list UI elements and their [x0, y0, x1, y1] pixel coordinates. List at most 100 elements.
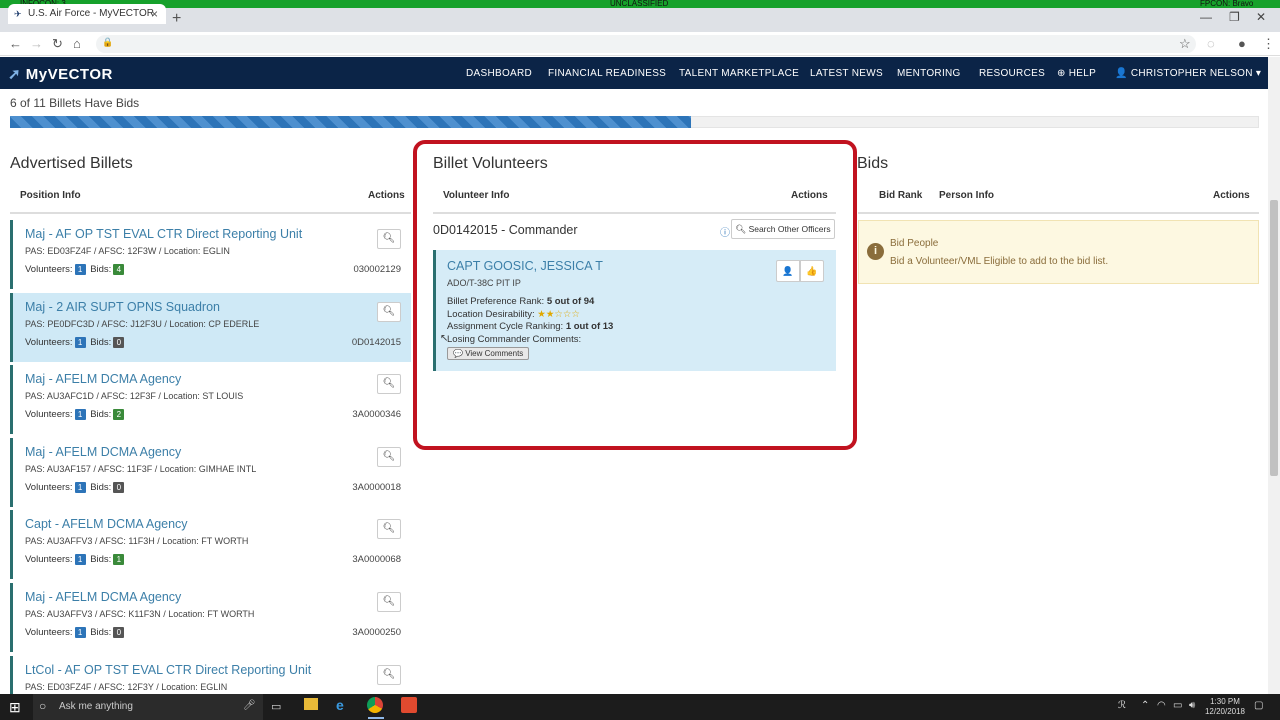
notifications-icon[interactable]: ▢	[1254, 700, 1263, 711]
clock-time: 1:30 PM	[1210, 697, 1240, 706]
close-window-icon[interactable]: ✕	[1256, 10, 1266, 24]
clock[interactable]: 1:30 PM 12/20/2018	[1203, 697, 1247, 717]
bids-actions-header: Actions	[1213, 190, 1250, 201]
favicon-icon: ✈	[14, 9, 22, 19]
person-icon: 👤	[782, 266, 794, 276]
wifi-icon[interactable]: ◠	[1157, 700, 1166, 711]
help-icon: ⊕	[1057, 68, 1066, 79]
billet-title[interactable]: Maj - AF OP TST EVAL CTR Direct Reportin…	[25, 227, 302, 241]
task-view-icon[interactable]: ▭	[271, 700, 281, 713]
bids-label: Bids:	[90, 627, 112, 638]
billet-search-button[interactable]: 🔍︎	[377, 302, 401, 322]
billet-title[interactable]: Maj - AFELM DCMA Agency	[25, 590, 181, 604]
tab-title: U.S. Air Force - MyVECTOR	[28, 8, 154, 19]
nav-talent-marketplace[interactable]: TALENT MARKETPLACE	[679, 68, 799, 79]
chrome-active-indicator	[368, 717, 384, 719]
network-icon[interactable]: ▭	[1173, 700, 1182, 711]
billet-pas: PAS: ED03FZ4F / AFSC: 12F3W / Location: …	[25, 246, 230, 256]
people-icon[interactable]: ℛ	[1118, 700, 1126, 711]
taskbar-search-box[interactable]: ○ Ask me anything 🎤︎	[33, 694, 263, 720]
microphone-icon[interactable]: 🎤︎	[243, 700, 256, 711]
extension-icon[interactable]: ◌	[1207, 36, 1215, 51]
profile-icon[interactable]: ●	[1238, 36, 1246, 51]
billet-counts: Volunteers: 1 Bids: 0	[25, 627, 126, 638]
volunteers-label: Volunteers:	[25, 264, 73, 275]
billet-title[interactable]: Maj - 2 AIR SUPT OPNS Squadron	[25, 300, 220, 314]
search-icon: 🔍︎	[382, 451, 396, 462]
chrome-icon[interactable]	[367, 697, 383, 713]
volunteers-label: Volunteers:	[25, 337, 73, 348]
search-icon: 🔍︎	[382, 669, 396, 680]
billet-card[interactable]: LtCol - AF OP TST EVAL CTR Direct Report…	[10, 656, 411, 694]
volunteers-label: Volunteers:	[25, 409, 73, 420]
nav-resources[interactable]: RESOURCES	[979, 68, 1045, 79]
billet-card[interactable]: Maj - AFELM DCMA Agency PAS: AU3AFC1D / A…	[10, 365, 411, 434]
nav-user-menu[interactable]: 👤 CHRISTOPHER NELSON ▾	[1115, 68, 1261, 79]
bids-badge: 0	[113, 482, 125, 493]
bid-thumbs-up-button[interactable]: 👍	[800, 260, 824, 282]
close-tab-icon[interactable]: ×	[151, 4, 158, 24]
volume-icon[interactable]: 🔊︎	[1189, 700, 1195, 711]
billet-search-button[interactable]: 🔍︎	[377, 374, 401, 394]
star-empty-icon: ☆	[571, 309, 580, 320]
nav-latest-news[interactable]: LATEST NEWS	[810, 68, 883, 79]
file-explorer-icon[interactable]	[304, 698, 318, 710]
edge-icon[interactable]: e	[336, 697, 344, 713]
myvector-logo[interactable]: ➚ MyVECTOR	[8, 65, 113, 83]
volunteers-badge: 1	[74, 554, 86, 565]
volunteer-header-divider	[433, 212, 836, 214]
billet-title[interactable]: Maj - AFELM DCMA Agency	[25, 372, 181, 386]
billet-title[interactable]: Capt - AFELM DCMA Agency	[25, 517, 188, 531]
billet-card[interactable]: Maj - AF OP TST EVAL CTR Direct Reportin…	[10, 220, 411, 289]
billet-card[interactable]: Maj - 2 AIR SUPT OPNS Squadron PAS: PE0DF…	[10, 293, 411, 362]
nav-help[interactable]: ⊕ HELP	[1057, 68, 1096, 79]
billet-pas: PAS: AU3AFFV3 / AFSC: 11F3H / Location: …	[25, 536, 249, 546]
camtasia-icon[interactable]	[401, 697, 417, 713]
browser-tab[interactable]: ✈ U.S. Air Force - MyVECTOR ×	[8, 4, 166, 24]
restore-icon[interactable]: ❐	[1229, 10, 1240, 24]
lock-icon: 🔒	[102, 37, 114, 47]
billet-title[interactable]: LtCol - AF OP TST EVAL CTR Direct Report…	[25, 663, 311, 677]
nav-dashboard[interactable]: DASHBOARD	[466, 68, 532, 79]
minimize-icon[interactable]: —	[1200, 10, 1212, 24]
bids-empty-title: Bid People	[890, 238, 939, 249]
bookmark-star-icon[interactable]: ☆	[1179, 36, 1191, 52]
new-tab-icon[interactable]: +	[172, 10, 181, 28]
menu-dots-icon[interactable]: ⋮	[1262, 36, 1275, 52]
search-other-officers-button[interactable]: 🔍︎ Search Other Officers	[731, 219, 835, 239]
commander-comments-label: Losing Commander Comments:	[447, 334, 582, 345]
billet-card[interactable]: Maj - AFELM DCMA Agency PAS: AU3AF157 / A…	[10, 438, 411, 507]
forward-icon[interactable]: →	[30, 36, 43, 51]
view-comments-label: View Comments	[465, 349, 524, 358]
tray-chevron-icon[interactable]: ⌃	[1141, 700, 1149, 711]
view-comments-button[interactable]: 💬 View Comments	[447, 347, 530, 360]
billet-pas: PAS: AU3AF157 / AFSC: 11F3F / Location: …	[25, 464, 257, 474]
volunteer-name[interactable]: CAPT GOOSIC, JESSICA T	[447, 259, 603, 273]
back-icon[interactable]: ←	[9, 36, 22, 51]
preference-rank-value: 5 out of 94	[546, 296, 595, 307]
url-field[interactable]	[96, 35, 1196, 53]
logo-wing-icon: ➚	[8, 66, 22, 83]
nav-mentoring[interactable]: MENTORING	[897, 68, 961, 79]
billet-search-button[interactable]: 🔍︎	[377, 665, 401, 685]
billet-search-button[interactable]: 🔍︎	[377, 519, 401, 539]
person-info-header: Person Info	[939, 190, 995, 201]
home-icon[interactable]: ⌂	[73, 36, 81, 51]
star-filled-icon: ★	[537, 309, 546, 320]
fpcon-label: FPCON: Bravo	[1200, 0, 1254, 8]
nav-financial-readiness[interactable]: FINANCIAL READINESS	[548, 68, 666, 79]
billet-search-button[interactable]: 🔍︎	[377, 447, 401, 467]
billet-search-button[interactable]: 🔍︎	[377, 229, 401, 249]
reload-icon[interactable]: ↻	[52, 36, 63, 52]
windows-start-icon[interactable]: ⊞	[9, 699, 21, 716]
scrollbar-thumb[interactable]	[1270, 200, 1278, 476]
classification-banner: INFOCON: 3 UNCLASSIFIED FPCON: Bravo	[0, 0, 1280, 8]
billet-card[interactable]: Capt - AFELM DCMA Agency PAS: AU3AFFV3 / …	[10, 510, 411, 579]
billet-title[interactable]: Maj - AFELM DCMA Agency	[25, 445, 181, 459]
info-icon[interactable]: ⓘ	[720, 224, 730, 239]
billet-pas: PAS: PE0DFC3D / AFSC: J12F3U / Location:…	[25, 319, 260, 329]
billet-search-button[interactable]: 🔍︎	[377, 592, 401, 612]
view-person-button[interactable]: 👤	[776, 260, 800, 282]
billet-card[interactable]: Maj - AFELM DCMA Agency PAS: AU3AFFV3 / A…	[10, 583, 411, 652]
help-label: HELP	[1068, 68, 1097, 79]
